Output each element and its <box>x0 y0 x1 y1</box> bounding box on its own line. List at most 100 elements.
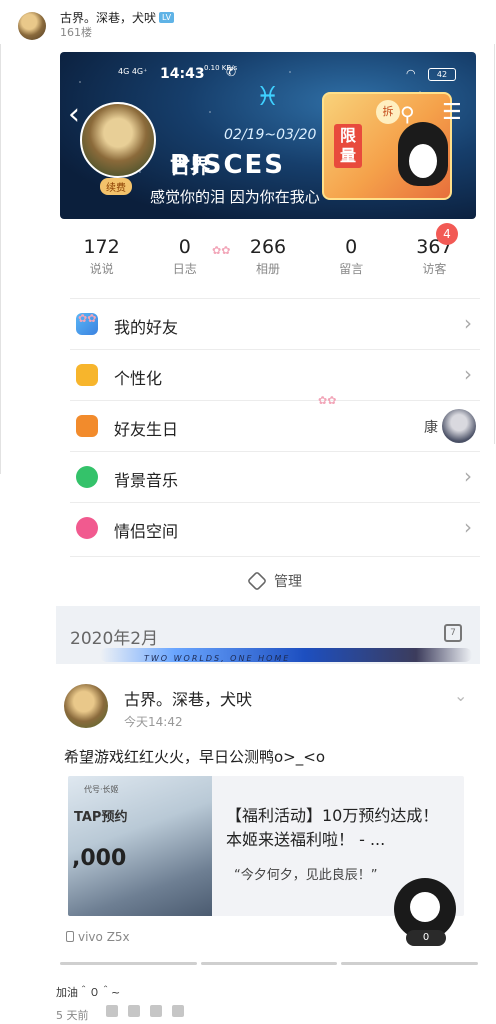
flower-sticker-icon: ✿✿ <box>318 394 337 407</box>
birthday-friend-avatar <box>442 409 476 443</box>
feed-author-name[interactable]: 古界。深巷，犬吠 <box>124 686 252 710</box>
music-note-icon <box>76 466 98 488</box>
limited-gift-card[interactable]: 限量 拆 <box>322 92 452 200</box>
frame-border-right <box>494 44 495 444</box>
profile-banner: 4G 4G⁺ 14:43 0.10 KB/s ✆ ◠ 42 ‹ ♓ 02/19~… <box>60 52 476 219</box>
feed-timestamp: 今天14:42 <box>124 715 183 729</box>
stats-bar: 172 说说 0 日志 266 相册 0 留言 367 访客 <box>60 236 476 286</box>
network-indicator: 4G 4G⁺ <box>118 67 148 76</box>
profile-menu: 我的好友 › 个性化 › 好友生日 康 背景音乐 › 情侣空间 › <box>70 298 480 553</box>
shared-link-subtitle: “今夕何夕，见此良辰！” <box>234 868 378 883</box>
stat-label: 说说 <box>89 262 114 276</box>
feed-text: 希望游戏红红火火，早日公测鸭o>_<o <box>64 748 325 766</box>
limited-label: 限量 <box>334 124 362 168</box>
menu-item-couple[interactable]: 情侣空间 › <box>70 502 480 553</box>
menu-item-birthday[interactable]: 好友生日 康 <box>70 400 480 451</box>
bottom-tab-dividers <box>60 962 479 965</box>
manage-label: 管理 <box>274 574 302 590</box>
thumb-brand-text: 代号·长姬 <box>84 785 119 794</box>
sword-caption: TWO WORLDS, ONE HOME <box>144 654 291 663</box>
back-arrow-icon[interactable]: ‹ <box>68 100 80 130</box>
zodiac-date-range: 02/19~03/20 <box>224 127 317 143</box>
profile-name: 古界 <box>170 154 210 178</box>
chevron-right-icon: › <box>464 515 472 539</box>
stat-messages[interactable]: 0 留言 <box>310 236 393 286</box>
menu-icon[interactable]: ☰ <box>442 100 462 125</box>
menu-label: 情侣空间 <box>114 522 179 541</box>
hexagon-settings-icon <box>246 570 268 592</box>
forum-post-page: 古界。深巷，犬吠 LV 161楼 4G 4G⁺ 14:43 0.10 KB/s ✆… <box>0 0 496 1024</box>
thumb-tap-text: TAP预约 <box>74 810 128 825</box>
stat-number: 367 <box>416 236 453 258</box>
post-author-avatar[interactable] <box>18 12 46 40</box>
frame-border-left <box>0 44 1 474</box>
comment-icon[interactable] <box>150 1005 162 1017</box>
flower-sticker-icon: ✿✿ <box>212 244 231 257</box>
like-icon[interactable] <box>106 1005 118 1017</box>
chevron-right-icon: › <box>464 311 472 335</box>
battery-icon: 42 <box>428 68 456 81</box>
mascot-face-icon <box>410 892 440 922</box>
stat-label: 留言 <box>339 262 364 276</box>
search-icon[interactable]: ⚲ <box>400 102 415 126</box>
menu-label: 我的好友 <box>114 318 179 337</box>
wechat-icon: ✆ <box>226 65 237 79</box>
menu-item-friends[interactable]: 我的好友 › <box>70 298 480 349</box>
calendar-icon[interactable]: 7 <box>444 624 462 642</box>
menu-item-personalize[interactable]: 个性化 › <box>70 349 480 400</box>
menu-label: 好友生日 <box>114 420 179 439</box>
post-author-name-text[interactable]: 古界。深巷，犬吠 <box>60 11 156 25</box>
birthday-cake-icon <box>76 415 98 437</box>
vip-renew-tag[interactable]: 续费 <box>100 178 132 195</box>
penguin-mascot <box>398 122 448 186</box>
chevron-right-icon: › <box>464 464 472 488</box>
wifi-icon: ◠ <box>406 67 416 80</box>
reply-actions <box>106 1005 184 1017</box>
feed-author-avatar[interactable] <box>64 684 108 728</box>
open-gift-badge[interactable]: 拆 <box>376 100 400 124</box>
post-header: 古界。深巷，犬吠 LV 161楼 <box>0 0 496 50</box>
level-badge: LV <box>159 12 175 23</box>
manage-button[interactable]: 管理 <box>70 556 480 604</box>
menu-label: 个性化 <box>114 369 163 388</box>
stat-number: 0 <box>345 236 358 258</box>
flower-sticker-icon: ✿✿ <box>78 312 97 325</box>
stat-number: 172 <box>83 236 120 258</box>
divider <box>60 962 197 965</box>
shared-link-thumbnail: 代号·长姬 TAP预约 ,000 <box>68 776 212 916</box>
visitor-count-badge: 4 <box>436 223 458 245</box>
divider <box>200 962 338 965</box>
menu-item-music[interactable]: 背景音乐 › <box>70 451 480 502</box>
stat-label: 相册 <box>256 262 281 276</box>
qzone-screenshot[interactable]: 4G 4G⁺ 14:43 0.10 KB/s ✆ ◠ 42 ‹ ♓ 02/19~… <box>56 50 480 1020</box>
personalize-icon <box>76 364 98 386</box>
stat-label: 访客 <box>422 262 447 276</box>
shared-link-title: 【福利活动】10万预约达成！本姬来送福利啦！ - ... <box>226 806 439 849</box>
profile-avatar[interactable] <box>80 102 156 178</box>
reply-text: 加油＾０＾~ <box>56 986 121 999</box>
stat-label: 日志 <box>172 262 197 276</box>
more-icon[interactable] <box>172 1005 184 1017</box>
stat-albums[interactable]: 266 相册 <box>226 236 309 286</box>
date-section-label: 2020年2月 <box>70 629 159 649</box>
stat-number: 266 <box>249 236 287 258</box>
divider <box>341 962 479 965</box>
stat-posts[interactable]: 172 说说 <box>60 236 143 286</box>
device-name: vivo Z5x <box>78 930 130 944</box>
floating-count: 0 <box>406 930 446 946</box>
menu-label: 背景音乐 <box>114 471 179 490</box>
pisces-symbol-icon: ♓ <box>256 82 280 112</box>
status-time: 14:43 <box>160 66 205 82</box>
reply-time: 5 天前 <box>56 1009 89 1022</box>
phone-icon <box>66 931 74 942</box>
dislike-icon[interactable] <box>128 1005 140 1017</box>
thumb-number-text: ,000 <box>72 846 127 871</box>
chevron-right-icon: › <box>464 362 472 386</box>
banner-slogan: 感觉你的泪 因为你在我心 <box>150 188 320 206</box>
stat-visitors[interactable]: 367 访客 <box>393 236 476 286</box>
heart-icon <box>76 517 98 539</box>
birthday-friend-name: 康 <box>424 420 438 436</box>
post-floor-number: 161楼 <box>60 26 92 39</box>
chevron-down-icon[interactable]: ⌄ <box>454 686 467 705</box>
device-info: vivo Z5x <box>66 930 130 944</box>
